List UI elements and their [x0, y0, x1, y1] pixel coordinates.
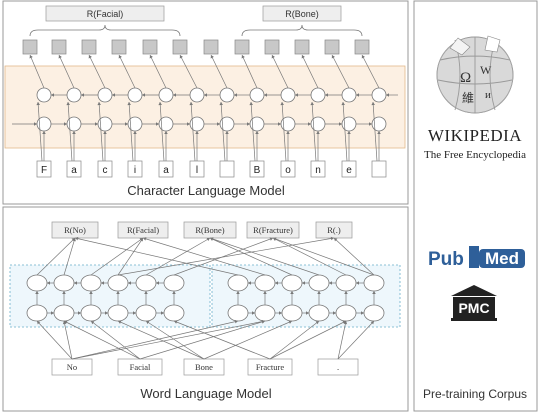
char-lstm-node-top — [280, 87, 296, 103]
char-output-square — [324, 39, 340, 55]
pubmed-bookmark-shape — [469, 246, 479, 268]
word-lstm-node-top — [281, 274, 303, 292]
brace-label: R(Facial) — [87, 9, 124, 19]
char-output-square — [203, 39, 219, 55]
char-input-label: a — [163, 165, 169, 176]
char-output-square — [22, 39, 38, 55]
char-input-label: B — [254, 165, 261, 176]
char-lstm-node-top — [371, 87, 387, 103]
svg-text:и: и — [485, 89, 491, 101]
brace-shape — [241, 24, 363, 37]
brace-label: R(Bone) — [285, 9, 319, 19]
svg-text:維: 維 — [462, 91, 474, 105]
pubmed-logo: Pub Med — [428, 246, 525, 270]
word-output-label: R(.) — [327, 225, 341, 235]
word-lstm-node-bottom — [335, 304, 357, 322]
word-lstm-node-bottom — [308, 304, 330, 322]
svg-text:Ω: Ω — [460, 70, 471, 86]
pubmed-pub-text: Pub — [428, 249, 464, 270]
char-input-box — [371, 160, 387, 178]
word-lstm-node-top — [227, 274, 249, 292]
word-lstm-node-bottom — [363, 304, 385, 322]
char-lstm-node-top — [249, 87, 265, 103]
word-panel-caption: Word Language Model — [140, 386, 271, 401]
char-output-square — [354, 39, 370, 55]
wikipedia-tagline: The Free Encyclopedia — [424, 149, 526, 161]
char-output-square — [142, 39, 158, 55]
word-input-label: Facial — [130, 362, 151, 372]
char-output-square — [51, 39, 67, 55]
char-lstm-node-top — [127, 87, 143, 103]
char-input-label: a — [71, 165, 77, 176]
word-lstm-node-bottom — [80, 304, 102, 322]
corpus-panel-caption: Pre-training Corpus — [423, 387, 527, 401]
char-output-square — [111, 39, 127, 55]
char-lstm-node-top — [66, 87, 82, 103]
word-output-label: R(No) — [64, 225, 86, 235]
word-lstm-node-top — [135, 274, 157, 292]
char-output-square — [172, 39, 188, 55]
word-lstm-node-bottom — [281, 304, 303, 322]
word-lstm-node-top — [80, 274, 102, 292]
char-lstm-node-top — [97, 87, 113, 103]
char-lstm-node-top — [158, 87, 174, 103]
word-lstm-node-bottom — [135, 304, 157, 322]
char-lstm-node-top — [36, 87, 52, 103]
word-input-label: No — [67, 362, 77, 372]
word-lstm-node-top — [53, 274, 75, 292]
word-lstm-node-bottom — [254, 304, 276, 322]
char-input-label: e — [346, 165, 352, 176]
word-lstm-node-top — [26, 274, 48, 292]
word-lstm-node-bottom — [227, 304, 249, 322]
char-panel-caption: Character Language Model — [127, 183, 285, 198]
word-lstm-node-top — [163, 274, 185, 292]
char-input-box — [219, 160, 235, 178]
brace-shape — [29, 24, 181, 37]
pubmed-med-text: Med — [485, 249, 519, 268]
char-lstm-node-top — [341, 87, 357, 103]
word-lstm-node-bottom — [53, 304, 75, 322]
word-input-label: Fracture — [256, 362, 285, 372]
char-lstm-node-top — [189, 87, 205, 103]
char-lstm-node-top — [219, 87, 235, 103]
char-input-label: i — [134, 165, 136, 176]
char-output-square — [234, 39, 250, 55]
char-input-label: l — [196, 165, 198, 176]
word-lstm-node-top — [107, 274, 129, 292]
wikipedia-globe-logo: Ω W 維 и — [436, 35, 514, 114]
char-lstm-node-top — [310, 87, 326, 103]
word-lstm-node-top — [363, 274, 385, 292]
word-lstm-node-bottom — [163, 304, 185, 322]
char-output-square — [294, 39, 310, 55]
word-input-label: Bone — [195, 362, 213, 372]
word-output-label: R(Bone) — [195, 225, 224, 235]
char-input-label: n — [315, 165, 321, 176]
char-output-square — [81, 39, 97, 55]
char-output-square — [264, 39, 280, 55]
diagram-canvas: R(Facial) R(Bone)F a c i a l Bo n e R(No) R(Facial… — [2, 0, 538, 412]
word-lstm-node-top — [308, 274, 330, 292]
word-lstm-node-bottom — [26, 304, 48, 322]
word-output-label: R(Fracture) — [253, 225, 293, 235]
svg-text:W: W — [480, 63, 492, 77]
word-lstm-node-top — [335, 274, 357, 292]
word-input-label: . — [337, 362, 339, 372]
wikipedia-wordmark: WIKIPEDIA — [428, 126, 522, 145]
word-lstm-node-bottom — [107, 304, 129, 322]
char-input-label: o — [285, 165, 291, 176]
word-lstm-node-top — [254, 274, 276, 292]
word-output-label: R(Facial) — [127, 225, 159, 235]
char-input-label: c — [103, 165, 108, 176]
pmc-text: PMC — [458, 300, 489, 316]
pmc-logo: PMC — [451, 285, 497, 321]
char-input-label: F — [41, 165, 47, 176]
